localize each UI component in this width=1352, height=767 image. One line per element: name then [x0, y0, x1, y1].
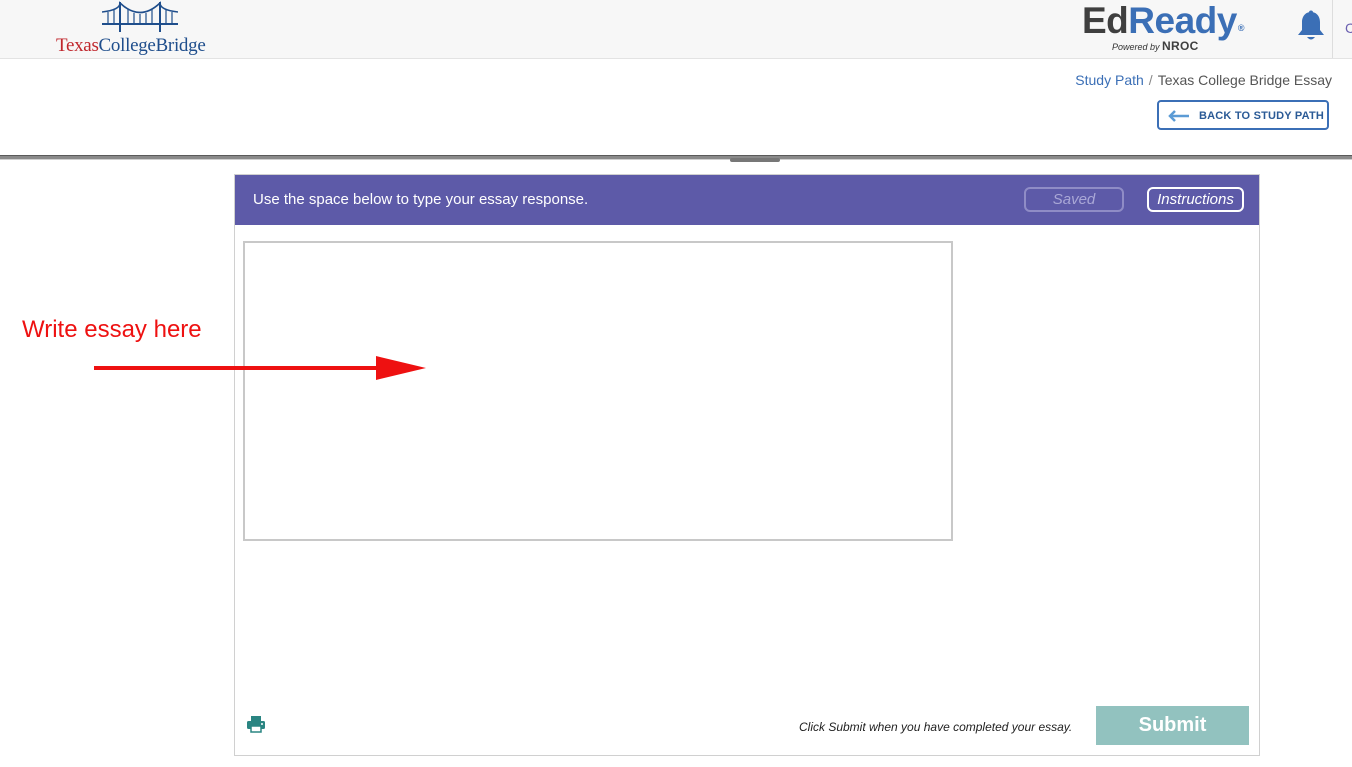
essay-instruction-text: Use the space below to type your essay r…	[253, 191, 589, 208]
panel-splitter[interactable]	[0, 155, 1352, 160]
texas-college-bridge-logo[interactable]: TexasCollegeBridge	[54, 0, 229, 58]
bell-icon[interactable]	[1296, 10, 1326, 42]
edready-text-ed: Ed	[1082, 0, 1129, 41]
breadcrumb: Study Path / Texas College Bridge Essay	[1075, 72, 1332, 88]
breadcrumb-separator: /	[1148, 72, 1153, 88]
annotation-label: Write essay here	[22, 316, 202, 343]
powered-by-nroc: Powered by NROC	[1112, 39, 1199, 53]
back-button-label: BACK TO STUDY PATH	[1199, 110, 1325, 122]
splitter-handle[interactable]	[730, 158, 780, 162]
edready-logo[interactable]: EdReady® Powered by NROC	[1082, 2, 1252, 56]
back-to-study-path-button[interactable]: BACK TO STUDY PATH	[1157, 100, 1329, 130]
edready-wordmark: EdReady®	[1082, 2, 1252, 40]
registered-mark: ®	[1237, 23, 1245, 33]
submit-button[interactable]: Submit	[1096, 706, 1249, 745]
breadcrumb-current: Texas College Bridge Essay	[1157, 72, 1332, 88]
bridge-icon	[102, 1, 178, 32]
user-menu-edge[interactable]: C	[1345, 20, 1352, 36]
top-bar: TexasCollegeBridge EdReady® Powered by N…	[0, 0, 1352, 59]
essay-panel-header: Use the space below to type your essay r…	[235, 175, 1259, 225]
submit-hint-text: Click Submit when you have completed you…	[799, 720, 1073, 734]
topbar-divider	[1332, 0, 1333, 58]
essay-panel: Use the space below to type your essay r…	[234, 174, 1260, 756]
logo-wordmark: TexasCollegeBridge	[56, 35, 206, 57]
powered-by-text: Powered by	[1112, 42, 1160, 52]
essay-textarea[interactable]	[243, 241, 953, 541]
arrow-left-icon	[1168, 110, 1189, 122]
breadcrumb-link-study-path[interactable]: Study Path	[1075, 72, 1144, 88]
logo-text-college-bridge: CollegeBridge	[98, 35, 206, 56]
arrow-right-icon	[94, 356, 426, 380]
edready-text-ready: Ready	[1128, 0, 1237, 41]
nroc-text: NROC	[1162, 39, 1199, 53]
logo-text-texas: Texas	[56, 35, 99, 56]
instructions-button[interactable]: Instructions	[1147, 187, 1244, 212]
printer-icon[interactable]	[246, 715, 266, 733]
saved-status-button: Saved	[1024, 187, 1124, 212]
